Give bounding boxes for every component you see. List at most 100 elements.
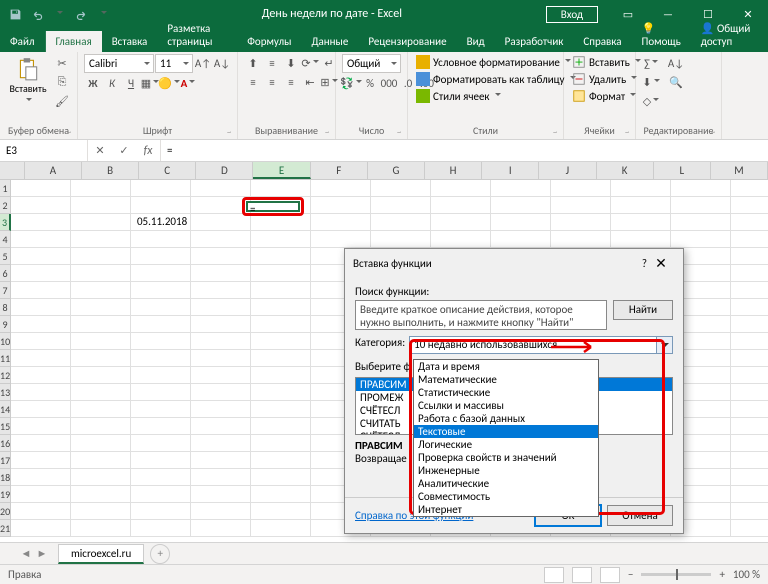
cell[interactable]: [71, 503, 131, 520]
cell[interactable]: [11, 248, 71, 265]
cell[interactable]: [71, 316, 131, 333]
bold-icon[interactable]: Ж: [84, 74, 102, 92]
row-header[interactable]: 21: [0, 520, 11, 537]
cell[interactable]: [131, 367, 191, 384]
cell[interactable]: [131, 469, 191, 486]
cell[interactable]: [131, 197, 191, 214]
cell[interactable]: [11, 367, 71, 384]
cell[interactable]: [131, 384, 191, 401]
zoom-in-icon[interactable]: +: [719, 568, 724, 581]
cell[interactable]: [251, 469, 311, 486]
cell[interactable]: [71, 435, 131, 452]
cell[interactable]: [11, 384, 71, 401]
col-header[interactable]: F: [311, 162, 368, 179]
cell[interactable]: [131, 435, 191, 452]
cell[interactable]: [731, 469, 768, 486]
cell[interactable]: [671, 197, 731, 214]
cell[interactable]: [71, 248, 131, 265]
cell[interactable]: [731, 299, 768, 316]
cell[interactable]: [251, 231, 311, 248]
cell[interactable]: [251, 452, 311, 469]
cancel-formula-icon[interactable]: ✕: [88, 140, 112, 161]
cell[interactable]: [491, 214, 551, 231]
currency-icon[interactable]: 💱: [342, 74, 360, 92]
cell[interactable]: [731, 435, 768, 452]
cell[interactable]: [71, 469, 131, 486]
redo-icon[interactable]: [72, 5, 90, 23]
cut-icon[interactable]: ✂: [53, 54, 71, 72]
cell[interactable]: [191, 316, 251, 333]
cell[interactable]: [71, 350, 131, 367]
col-header[interactable]: H: [425, 162, 482, 179]
cell[interactable]: [191, 418, 251, 435]
dropdown-item[interactable]: Аналитические: [414, 477, 598, 490]
dialog-titlebar[interactable]: Вставка функции ? ✕: [345, 249, 683, 277]
cell[interactable]: [71, 333, 131, 350]
align-right-icon[interactable]: ≡: [282, 73, 300, 91]
normal-view-icon[interactable]: [544, 567, 564, 583]
tab-layout[interactable]: Разметка страницы: [157, 18, 237, 52]
cell[interactable]: [71, 214, 131, 231]
align-center-icon[interactable]: ≡: [263, 73, 281, 91]
cell[interactable]: [731, 486, 768, 503]
cell[interactable]: [251, 503, 311, 520]
cell[interactable]: [11, 214, 71, 231]
row-header[interactable]: 18: [0, 469, 11, 486]
cell[interactable]: [731, 180, 768, 197]
cell[interactable]: [731, 418, 768, 435]
select-all-button[interactable]: [0, 162, 25, 179]
border-icon[interactable]: ▦: [141, 74, 159, 92]
delete-cells-button[interactable]: Удалить: [570, 71, 639, 87]
cell[interactable]: [11, 418, 71, 435]
cell[interactable]: [371, 214, 431, 231]
shrink-font-icon[interactable]: A↓: [213, 55, 231, 73]
cell[interactable]: [251, 367, 311, 384]
tab-formulas[interactable]: Формулы: [237, 31, 301, 52]
font-name-combo[interactable]: Calibri: [84, 54, 154, 73]
cell[interactable]: [251, 316, 311, 333]
cell[interactable]: [191, 282, 251, 299]
cell[interactable]: [11, 197, 71, 214]
cell[interactable]: [251, 265, 311, 282]
cell[interactable]: [11, 486, 71, 503]
name-box[interactable]: E3: [0, 140, 88, 161]
cell[interactable]: 05.11.2018: [131, 214, 191, 231]
cell[interactable]: [611, 197, 671, 214]
autosum-icon[interactable]: ∑: [642, 54, 660, 72]
undo-dropdown[interactable]: [50, 5, 68, 23]
cell[interactable]: [11, 180, 71, 197]
cell[interactable]: [371, 197, 431, 214]
cell[interactable]: [11, 231, 71, 248]
cell[interactable]: [431, 180, 491, 197]
align-left-icon[interactable]: ≡: [244, 73, 262, 91]
tab-insert[interactable]: Вставка: [102, 31, 158, 52]
cell[interactable]: [611, 180, 671, 197]
cell[interactable]: [251, 401, 311, 418]
sheet-tab[interactable]: microexcel.ru: [58, 544, 144, 564]
cell[interactable]: [11, 299, 71, 316]
cell[interactable]: [71, 197, 131, 214]
cell[interactable]: [251, 418, 311, 435]
cell[interactable]: [131, 299, 191, 316]
dropdown-item[interactable]: Работа с базой данных: [414, 412, 598, 425]
comma-icon[interactable]: 000: [380, 74, 398, 92]
row-header[interactable]: 10: [0, 333, 11, 350]
cell[interactable]: [371, 180, 431, 197]
underline-icon[interactable]: Ч: [122, 74, 140, 92]
page-layout-view-icon[interactable]: [572, 567, 592, 583]
cell[interactable]: [491, 231, 551, 248]
cell[interactable]: [251, 214, 311, 231]
cell[interactable]: [131, 520, 191, 537]
cell[interactable]: [191, 231, 251, 248]
tab-developer[interactable]: Разработчик: [495, 31, 574, 52]
zoom-out-icon[interactable]: −: [628, 568, 633, 581]
col-header[interactable]: A: [25, 162, 82, 179]
align-bottom-icon[interactable]: ⬇: [282, 54, 300, 72]
cell[interactable]: [131, 350, 191, 367]
cell[interactable]: [131, 401, 191, 418]
indent-dec-icon[interactable]: ⇤: [301, 73, 319, 91]
cell[interactable]: [11, 520, 71, 537]
cell[interactable]: [551, 180, 611, 197]
tab-home[interactable]: Главная: [46, 31, 102, 52]
row-header[interactable]: 5: [0, 248, 11, 265]
